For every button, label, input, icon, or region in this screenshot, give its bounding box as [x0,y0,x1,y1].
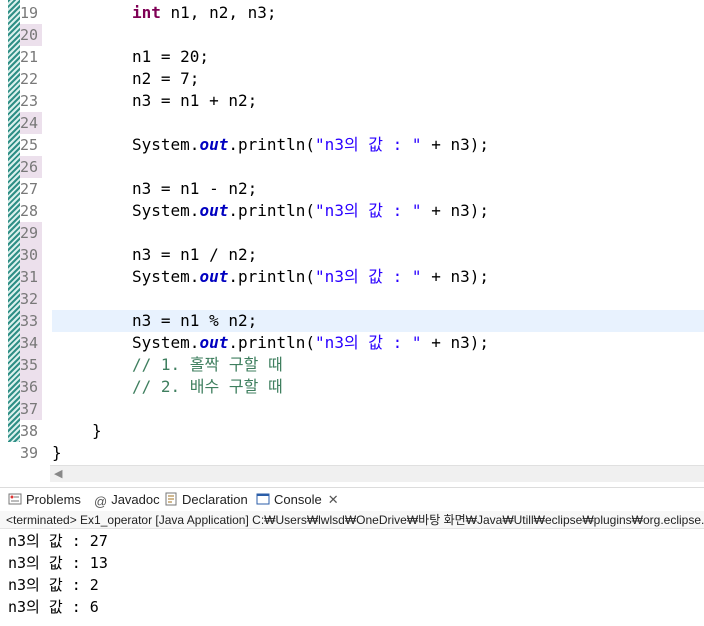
line-number: 24 [20,112,42,134]
code-line: n3 = n1 / n2; [132,245,258,264]
view-tab-bar: Problems @ Javadoc Declaration Console ✕ [0,487,704,513]
problems-icon [8,490,22,505]
line-number: 37 [20,398,42,420]
line-number: 35 [20,354,42,376]
line-number: 27 [20,180,39,198]
code-line: System.out.println("n3의 값 : " + n3); [132,267,489,286]
line-number: 32 [20,288,42,310]
console-line: n3의 값 : 6 [8,598,99,616]
line-number: 28 [20,202,39,220]
console-line: n3의 값 : 2 [8,576,99,594]
code-comment: // 2. 배수 구할 때 [132,377,283,396]
line-number: 23 [20,92,39,110]
code-line: } [92,421,102,440]
line-number: 19 [20,4,39,22]
scroll-left-icon[interactable]: ◀ [54,467,62,480]
line-number: 22 [20,70,39,88]
at-icon: @ [94,494,108,509]
code-line: n3 = n1 + n2; [132,91,258,110]
line-number: 33 [20,310,42,332]
tab-javadoc[interactable]: @ Javadoc [94,488,160,512]
console-status: <terminated> Ex1_operator [Java Applicat… [0,511,704,529]
console-output[interactable]: n3의 값 : 27 n3의 값 : 13 n3의 값 : 2 n3의 값 : … [0,530,704,626]
code-line: n3 = n1 % n2; [132,311,258,330]
code-line: } [52,443,62,462]
line-number: 26 [20,156,42,178]
tab-console[interactable]: Console ✕ [256,488,343,513]
line-number: 29 [20,222,42,244]
code-line: System.out.println("n3의 값 : " + n3); [132,333,489,352]
line-number: 21 [20,48,39,66]
code-editor[interactable]: 19 20 21 22 23 24 25 26 27 28 29 30 31 3… [0,0,704,465]
code-line: n2 = 7; [132,69,200,88]
declaration-icon [164,490,178,506]
line-number: 38 [20,422,39,440]
line-number: 20 [20,24,42,46]
line-number: 34 [20,332,42,354]
line-number: 31 [20,266,42,288]
code-line: int n1, n2, n3; [132,3,277,22]
close-icon[interactable]: ✕ [328,492,339,507]
code-line: System.out.println("n3의 값 : " + n3); [132,201,489,220]
tab-declaration[interactable]: Declaration [164,488,248,512]
change-ruler [8,0,20,442]
console-line: n3의 값 : 27 [8,532,108,550]
code-line: n3 = n1 - n2; [132,179,258,198]
code-line: System.out.println("n3의 값 : " + n3); [132,135,489,154]
horizontal-scrollbar[interactable]: ◀ [50,465,704,482]
code-line: n1 = 20; [132,47,210,66]
line-number: 25 [20,136,39,154]
console-icon [256,490,270,505]
line-number: 39 [20,444,39,462]
line-number: 36 [20,376,42,398]
console-line: n3의 값 : 13 [8,554,108,572]
line-number: 30 [20,244,42,266]
keyword: int [132,3,161,22]
code-comment: // 1. 홀짝 구할 때 [132,355,283,374]
tab-problems[interactable]: Problems [8,488,81,512]
